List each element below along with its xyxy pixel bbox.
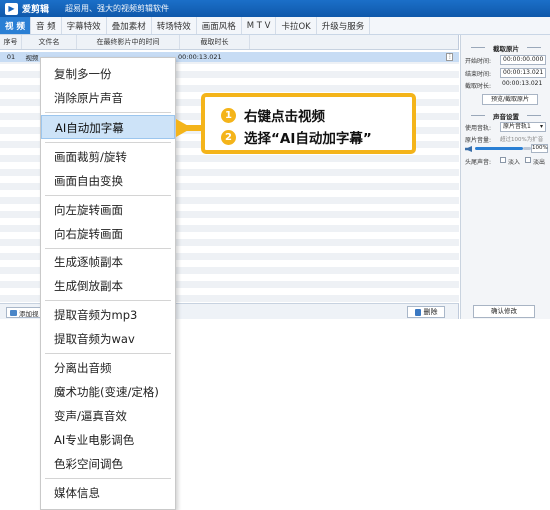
fade-out-checkbox[interactable] (525, 157, 531, 163)
menu-separator (45, 300, 171, 301)
app-name: 爱剪辑 (22, 5, 50, 15)
menu-item-duplicate[interactable]: 复制多一份 (41, 62, 175, 86)
tab-audio[interactable]: 音 频 (31, 17, 62, 34)
menu-item-mute-original[interactable]: 消除原片声音 (41, 86, 175, 110)
volume-icon (465, 146, 472, 152)
start-time-input[interactable]: 00:00:00.000 (500, 55, 546, 65)
tab-mtv[interactable]: M T V (242, 17, 277, 34)
menu-item-free-transform[interactable]: 画面自由变换 (41, 169, 175, 193)
start-time-label: 开始时间: (465, 58, 492, 65)
tutorial-callout: 1 右键点击视频 2 选择“AI自动加字幕” (201, 93, 416, 154)
trash-icon (414, 308, 421, 316)
clip-settings-panel: 截取原片 开始时间: 00:00:00.000 结束时间: 00:00:13.0… (460, 35, 550, 319)
menu-separator (45, 112, 171, 113)
add-video-icon (10, 309, 17, 316)
menu-item-voice-change[interactable]: 变声/逼真音效 (41, 404, 175, 428)
table-header: 序号 文件名 在最终影片中的时间 截取时长 (0, 35, 458, 50)
header-duration: 截取时长 (180, 35, 250, 49)
add-video-label: 添加视 (19, 309, 39, 318)
fade-in-checkbox[interactable] (500, 157, 506, 163)
menu-item-extract-wav[interactable]: 提取音频为wav (41, 327, 175, 351)
preview-clip-button[interactable]: 预览/截取原片 (482, 94, 538, 105)
step-1-number: 1 (221, 107, 236, 123)
header-final-time: 在最终影片中的时间 (77, 35, 180, 49)
row-index: 01 (6, 53, 16, 61)
menu-item-ai-color-grading[interactable]: AI专业电影调色 (41, 428, 175, 452)
step-2-number: 2 (221, 129, 236, 145)
row-more-button[interactable]: ⋮ (446, 53, 453, 61)
tab-subtitle-effects[interactable]: 字幕特效 (62, 17, 107, 34)
end-time-input[interactable]: 00:00:13.021 (500, 68, 546, 78)
menu-item-separate-audio[interactable]: 分离出音频 (41, 356, 175, 380)
menu-item-frame-copy[interactable]: 生成逐帧副本 (41, 250, 175, 274)
track-label: 使用音轨: (465, 125, 492, 132)
tab-karaoke[interactable]: 卡拉OK (276, 17, 317, 34)
menu-item-color-space[interactable]: 色彩空间调色 (41, 452, 175, 476)
add-video-button[interactable]: 添加视 (6, 307, 43, 318)
menu-item-media-info[interactable]: 媒体信息 (41, 481, 175, 505)
menu-separator (45, 142, 171, 143)
fade-in-label: 淡入 (508, 159, 521, 166)
duration-label: 截取时长: (465, 83, 492, 90)
delete-button[interactable]: 删除 (407, 306, 445, 318)
menu-separator (45, 195, 171, 196)
menu-item-crop-rotate[interactable]: 画面裁剪/旋转 (41, 145, 175, 169)
fade-label: 头尾声音: (465, 159, 492, 166)
menu-item-ai-subtitles[interactable]: AI自动加字幕 (41, 115, 175, 139)
volume-slider[interactable] (475, 147, 523, 150)
callout-step-2: 2 选择“AI自动加字幕” (221, 127, 372, 147)
callout-arrow-icon (176, 119, 192, 137)
step-1-text: 右键点击视频 (244, 109, 325, 125)
tab-transition-effects[interactable]: 转场特效 (152, 17, 197, 34)
menu-item-extract-mp3[interactable]: 提取音频为mp3 (41, 303, 175, 327)
volume-label: 原片音量: (465, 137, 492, 144)
confirm-changes-button[interactable]: 确认修改 (473, 305, 535, 318)
row-time: 00:00:13.021 (178, 53, 222, 61)
sound-section-title: 声音设置 (461, 111, 550, 121)
menu-separator (45, 353, 171, 354)
duration-value: 00:00:13.021 (502, 80, 543, 87)
menu-item-rotate-left[interactable]: 向左旋转画面 (41, 198, 175, 222)
menu-separator (45, 478, 171, 479)
menu-item-rotate-right[interactable]: 向右旋转画面 (41, 222, 175, 246)
volume-slider-rest (523, 147, 531, 150)
header-filename: 文件名 (22, 35, 77, 49)
title-bar: ▶ 爱剪辑 超易用、强大的视频剪辑软件 (0, 0, 550, 17)
audio-track-select[interactable]: 原片音轨1 (500, 122, 546, 132)
volume-hint: 超过100%为扩音 (500, 137, 544, 143)
fade-out-label: 淡出 (533, 159, 546, 166)
end-time-label: 结束时间: (465, 71, 492, 78)
volume-percent-input[interactable]: 100% (531, 144, 548, 153)
menu-separator (45, 248, 171, 249)
menu-item-magic-function[interactable]: 魔术功能(变速/定格) (41, 380, 175, 404)
context-menu: 复制多一份 消除原片声音 AI自动加字幕 画面裁剪/旋转 画面自由变换 向左旋转… (40, 57, 176, 510)
clip-section-title: 截取原片 (461, 43, 550, 53)
app-slogan: 超易用、强大的视频剪辑软件 (65, 4, 170, 13)
menu-item-reverse-copy[interactable]: 生成倒放副本 (41, 274, 175, 298)
header-index: 序号 (0, 35, 22, 49)
app-logo-icon: ▶ (5, 2, 18, 15)
row-filename: 视频 (25, 54, 39, 62)
main-tab-bar: 视 频 音 频 字幕特效 叠加素材 转场特效 画面风格 M T V 卡拉OK 升… (0, 17, 550, 35)
delete-label: 删除 (423, 308, 438, 316)
tab-overlay-material[interactable]: 叠加素材 (107, 17, 152, 34)
step-2-text: 选择“AI自动加字幕” (244, 131, 372, 147)
tab-upgrade-service[interactable]: 升级与服务 (317, 17, 371, 34)
callout-step-1: 1 右键点击视频 (221, 105, 325, 125)
tab-picture-style[interactable]: 画面风格 (197, 17, 242, 34)
tab-video[interactable]: 视 频 (0, 17, 31, 34)
